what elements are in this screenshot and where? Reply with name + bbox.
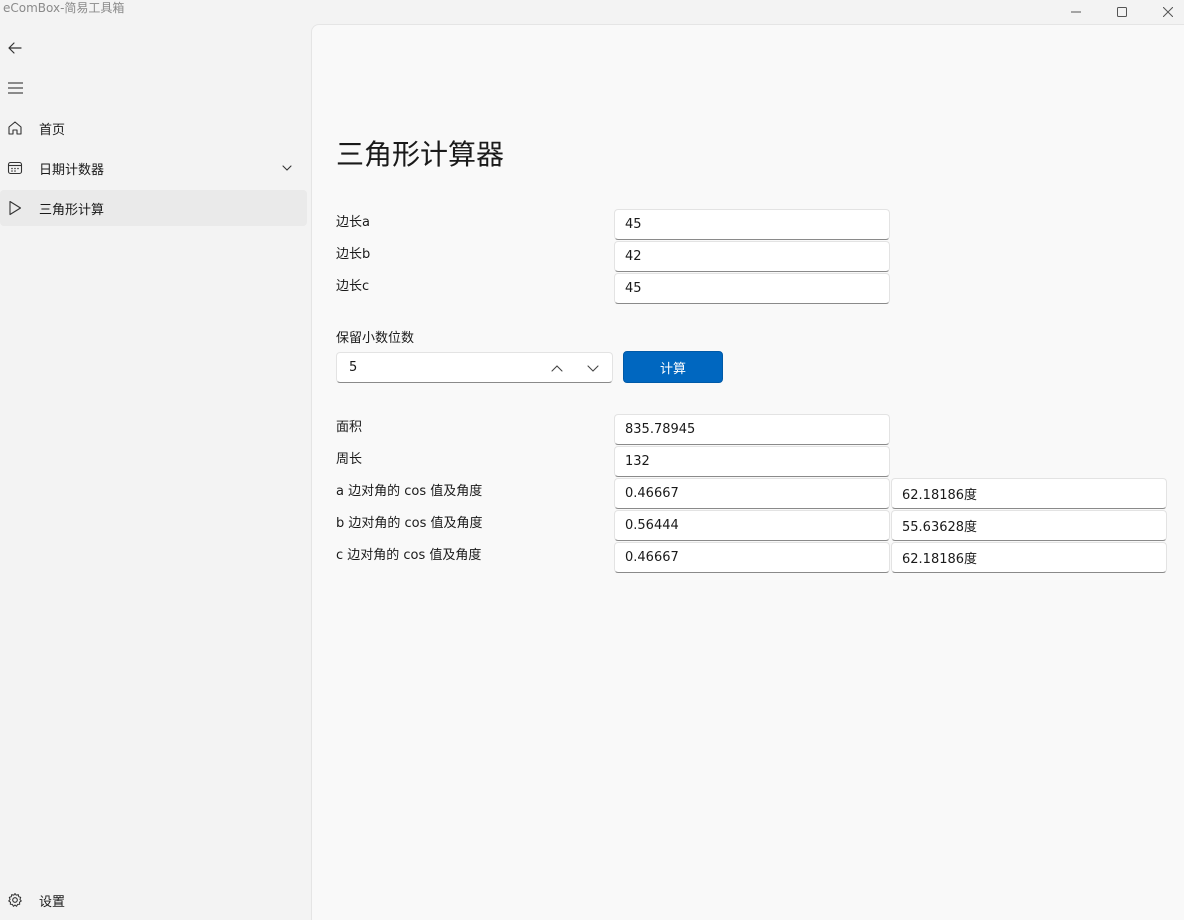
- maximize-icon: [1117, 7, 1127, 17]
- angle-a-output[interactable]: 62.18186度: [891, 478, 1167, 509]
- chevron-down-icon: [587, 364, 599, 372]
- home-icon: [6, 119, 24, 137]
- side-c-input[interactable]: 45: [614, 273, 890, 304]
- hamburger-icon: [7, 82, 23, 94]
- play-icon: [6, 199, 24, 217]
- maximize-button[interactable]: [1099, 0, 1145, 24]
- sidebar-item-home[interactable]: 首页: [0, 110, 307, 146]
- gear-icon: [6, 891, 24, 909]
- angle-b-label: b 边对角的 cos 值及角度: [336, 516, 483, 531]
- spin-down-button[interactable]: [583, 359, 603, 377]
- back-arrow-icon: [8, 42, 22, 54]
- spin-up-button[interactable]: [547, 359, 567, 377]
- calendar-icon: [6, 159, 24, 177]
- sidebar-item-label: 设置: [39, 894, 66, 910]
- calculate-button[interactable]: 计算: [623, 351, 723, 383]
- side-a-label: 边长a: [336, 215, 370, 230]
- decimals-number-box[interactable]: 5: [336, 352, 613, 383]
- page-title: 三角形计算器: [336, 138, 505, 171]
- angle-c-label: c 边对角的 cos 值及角度: [336, 548, 482, 563]
- sidebar: 首页 日期计数器 三角形计算 设置: [0, 24, 311, 920]
- angle-c-output[interactable]: 62.18186度: [891, 542, 1167, 573]
- perimeter-label: 周长: [336, 452, 363, 467]
- sidebar-item-label: 日期计数器: [39, 162, 105, 178]
- angle-a-label: a 边对角的 cos 值及角度: [336, 484, 483, 499]
- cos-b-output[interactable]: 0.56444: [614, 510, 890, 541]
- side-c-label: 边长c: [336, 279, 370, 294]
- hamburger-menu-button[interactable]: [0, 70, 35, 106]
- back-button[interactable]: [0, 30, 35, 66]
- sidebar-item-label: 三角形计算: [39, 202, 105, 218]
- side-a-input[interactable]: 45: [614, 209, 890, 240]
- side-b-input[interactable]: 42: [614, 241, 890, 272]
- angle-b-output[interactable]: 55.63628度: [891, 510, 1167, 541]
- minimize-icon: [1071, 11, 1081, 13]
- sidebar-item-triangle-calc[interactable]: 三角形计算: [0, 190, 307, 226]
- decimals-value: 5: [349, 360, 358, 375]
- chevron-up-icon: [551, 364, 563, 372]
- app-title: eComBox-简易工具箱: [3, 1, 125, 15]
- sidebar-item-settings[interactable]: 设置: [0, 882, 307, 918]
- close-button[interactable]: [1145, 0, 1184, 24]
- perimeter-output[interactable]: 132: [614, 446, 890, 477]
- sidebar-item-date-counter[interactable]: 日期计数器: [0, 150, 307, 186]
- close-icon: [1163, 7, 1173, 17]
- main-content: 三角形计算器 边长a 45 边长b 42 边长c 45 保留小数位数 5 计算 …: [311, 24, 1184, 920]
- minimize-button[interactable]: [1053, 0, 1099, 24]
- chevron-down-icon[interactable]: [280, 161, 294, 175]
- cos-a-output[interactable]: 0.46667: [614, 478, 890, 509]
- area-output[interactable]: 835.78945: [614, 414, 890, 445]
- decimals-label: 保留小数位数: [336, 331, 415, 346]
- sidebar-item-label: 首页: [39, 122, 66, 138]
- title-bar: eComBox-简易工具箱: [0, 0, 1184, 24]
- area-label: 面积: [336, 420, 363, 435]
- side-b-label: 边长b: [336, 247, 371, 262]
- cos-c-output[interactable]: 0.46667: [614, 542, 890, 573]
